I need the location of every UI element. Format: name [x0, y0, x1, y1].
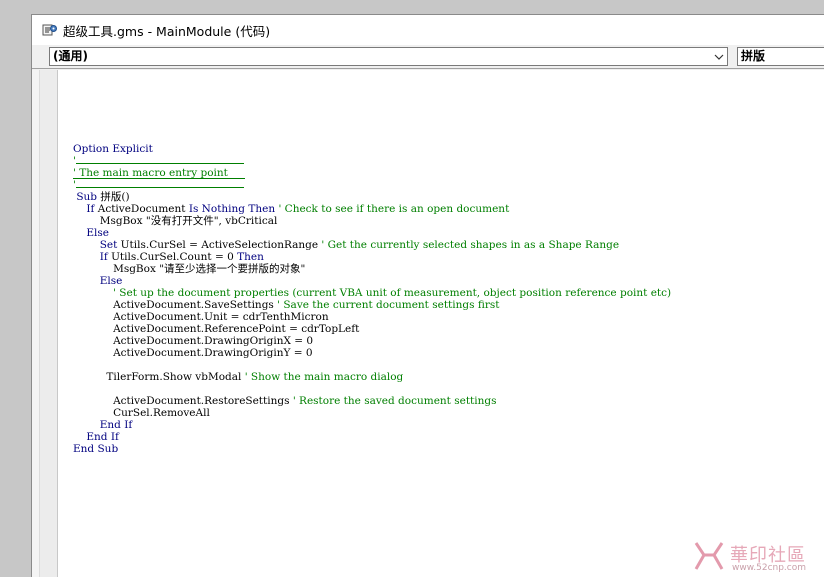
code-comment: ' The main macro entry point	[73, 167, 228, 179]
code-text: ActiveDocument.SaveSettings	[113, 299, 278, 311]
code-keyword: End If	[86, 431, 119, 443]
code-text: ActiveDocument.DrawingOriginX = 0	[113, 335, 314, 347]
code-line[interactable]: TilerForm.Show vbModal ' Show the main m…	[73, 371, 824, 383]
code-line[interactable]	[73, 359, 824, 371]
code-line[interactable]: MsgBox "没有打开文件", vbCritical	[73, 215, 824, 227]
code-line[interactable]: If Utils.CurSel.Count = 0 Then	[73, 251, 824, 263]
code-editor[interactable]: Option Explicit ' ' The main macro entry p…	[32, 70, 824, 577]
code-comment: ' Check to see if there is an open docum…	[275, 203, 510, 215]
object-combo-value: (通用)	[53, 49, 88, 63]
code-keyword: Then	[237, 251, 264, 263]
code-line[interactable]: Set Utils.CurSel = ActiveSelectionRange …	[73, 239, 824, 251]
code-line[interactable]: ActiveDocument.DrawingOriginX = 0	[73, 335, 824, 347]
code-keyword: Sub	[76, 191, 98, 203]
code-line[interactable]: Else	[73, 275, 824, 287]
splitter-bar[interactable]	[32, 70, 40, 577]
code-line[interactable]: MsgBox "请至少选择一个要拼版的对象"	[73, 263, 824, 275]
code-line[interactable]: '	[73, 155, 824, 167]
code-text: ActiveDocument.Unit = cdrTenthMicron	[113, 311, 329, 323]
comment-separator	[75, 179, 244, 188]
code-line[interactable]: '	[73, 179, 824, 191]
code-text: Utils.CurSel.Count = 0	[107, 251, 238, 263]
procedure-combo[interactable]: 拼版	[737, 47, 824, 66]
code-text: ActiveDocument.ReferencePoint = cdrTopLe…	[113, 323, 360, 335]
object-combo[interactable]: (通用)	[49, 47, 728, 66]
code-text: MsgBox "请至少选择一个要拼版的对象"	[113, 263, 306, 275]
code-keyword: If	[99, 251, 108, 263]
code-comment: ' Set up the document properties (curren…	[113, 287, 672, 299]
code-line[interactable]: ' Set up the document properties (curren…	[73, 287, 824, 299]
code-text: TilerForm.Show vbModal	[106, 371, 245, 383]
code-text: CurSel.RemoveAll	[113, 407, 210, 419]
code-line[interactable]: ActiveDocument.DrawingOriginY = 0	[73, 347, 824, 359]
watermark-logo-icon	[694, 542, 724, 570]
code-keyword: Else	[99, 275, 123, 287]
watermark: 華印社區 www.52cnp.com	[692, 539, 822, 575]
margin-indicator-bar[interactable]	[40, 70, 58, 577]
code-text: MsgBox "没有打开文件", vbCritical	[99, 215, 278, 227]
code-line[interactable]: End If	[73, 419, 824, 431]
code-keyword: Set	[99, 239, 118, 251]
code-window: 超级工具.gms - MainModule (代码) (通用) 拼版 Optio…	[31, 14, 824, 577]
window-title: 超级工具.gms - MainModule (代码)	[63, 23, 271, 39]
module-icon	[42, 22, 58, 38]
code-line[interactable]: ActiveDocument.SaveSettings ' Save the c…	[73, 299, 824, 311]
code-line[interactable]: Else	[73, 227, 824, 239]
code-comment: ' Restore the saved document settings	[292, 395, 497, 407]
code-text: Utils.CurSel = ActiveSelectionRange	[117, 239, 322, 251]
code-line[interactable]: ActiveDocument.ReferencePoint = cdrTopLe…	[73, 323, 824, 335]
code-text: ActiveDocument.RestoreSettings	[113, 395, 293, 407]
code-line[interactable]: Sub 拼版()	[73, 191, 824, 203]
code-line[interactable]: ' The main macro entry point	[73, 167, 245, 179]
procedure-combo-value: 拼版	[741, 49, 766, 63]
code-line[interactable]: Option Explicit	[73, 143, 824, 155]
code-line[interactable]: CurSel.RemoveAll	[73, 407, 824, 419]
code-keyword: Option Explicit	[73, 143, 153, 155]
code-text: ActiveDocument.DrawingOriginY = 0	[113, 347, 313, 359]
code-area[interactable]: Option Explicit ' ' The main macro entry p…	[73, 143, 824, 455]
code-text: 拼版()	[97, 191, 130, 203]
code-text: ActiveDocument	[94, 203, 189, 215]
code-comment: ' Get the currently selected shapes in a…	[321, 239, 620, 251]
code-line[interactable]: ActiveDocument.RestoreSettings ' Restore…	[73, 395, 824, 407]
code-comment: ' Show the main macro dialog	[244, 371, 404, 383]
code-keyword: Is Nothing Then	[188, 203, 276, 215]
code-comment: ' Save the current document settings fir…	[277, 299, 500, 311]
code-line[interactable]: End Sub	[73, 443, 824, 455]
chevron-down-icon[interactable]	[711, 48, 727, 65]
title-bar[interactable]: 超级工具.gms - MainModule (代码)	[32, 15, 824, 45]
code-keyword: End If	[99, 419, 133, 431]
code-line[interactable]: If ActiveDocument Is Nothing Then ' Chec…	[73, 203, 824, 215]
combo-bar: (通用) 拼版	[32, 45, 824, 69]
code-keyword: Else	[86, 227, 109, 239]
watermark-url: www.52cnp.com	[732, 563, 807, 573]
code-line[interactable]	[73, 383, 824, 395]
code-line[interactable]: ActiveDocument.Unit = cdrTenthMicron	[73, 311, 824, 323]
code-keyword: End Sub	[73, 443, 119, 455]
code-line[interactable]: End If	[73, 431, 824, 443]
comment-separator	[75, 155, 244, 164]
